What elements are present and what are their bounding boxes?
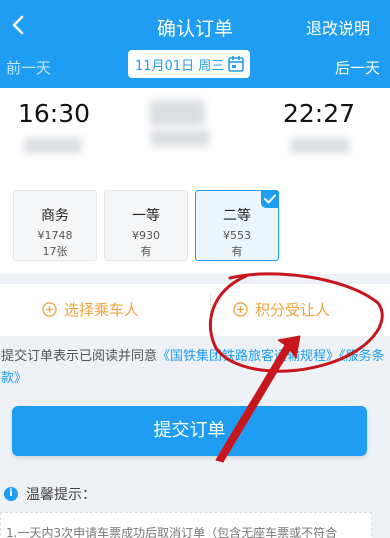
plus-circle-icon bbox=[233, 302, 248, 317]
tips-header: i 温馨提示： bbox=[4, 484, 96, 504]
previous-day-button[interactable]: 前一天 bbox=[6, 57, 51, 78]
seat-price: ¥930 bbox=[132, 229, 160, 242]
calendar-icon bbox=[228, 56, 244, 72]
top-bar: 确认订单 退改说明 前一天 11月01日 周三 后一天 bbox=[0, 0, 390, 88]
arrival-station-redacted bbox=[290, 138, 350, 153]
arrival-time: 22:27 bbox=[282, 99, 355, 128]
seat-price: ¥1748 bbox=[37, 229, 73, 242]
seat-price: ¥553 bbox=[223, 229, 251, 242]
tips-title: 温馨提示： bbox=[26, 487, 96, 503]
add-passenger-button[interactable]: 选择乘车人 bbox=[42, 299, 139, 320]
seat-availability: 有 bbox=[140, 245, 152, 258]
duration-redacted bbox=[150, 130, 210, 146]
selected-check-icon bbox=[261, 190, 279, 208]
options-divider bbox=[210, 293, 211, 327]
seat-availability: 17张 bbox=[42, 245, 68, 258]
departure-time: 16:30 bbox=[18, 99, 91, 128]
info-icon: i bbox=[4, 487, 18, 501]
seat-name: 一等 bbox=[132, 208, 160, 224]
refund-policy-link[interactable]: 退改说明 bbox=[306, 15, 370, 39]
date-selector[interactable]: 11月01日 周三 bbox=[128, 50, 250, 78]
date-label: 11月01日 周三 bbox=[135, 58, 225, 74]
seat-option-business[interactable]: 商务 ¥1748 17张 bbox=[13, 190, 97, 261]
tip-line: 1.一天内3次申请车票成功后取消订单（包含无座车票或不符合 bbox=[6, 526, 338, 538]
add-passenger-label: 选择乘车人 bbox=[64, 301, 140, 319]
next-day-button[interactable]: 后一天 bbox=[335, 57, 380, 78]
agreement-prefix: 提交订单表示已阅读并同意 bbox=[1, 349, 158, 364]
seat-option-second-class[interactable]: 二等 ¥553 有 bbox=[195, 190, 279, 261]
points-beneficiary-button[interactable]: 积分受让人 bbox=[233, 299, 330, 320]
seat-name: 商务 bbox=[41, 208, 69, 224]
seat-option-first-class[interactable]: 一等 ¥930 有 bbox=[104, 190, 188, 261]
train-number-redacted bbox=[150, 100, 205, 126]
seat-availability: 有 bbox=[231, 245, 243, 258]
agreement-text: 提交订单表示已阅读并同意《国铁集团铁路旅客运输规程》《服务条款》 bbox=[0, 346, 390, 390]
points-beneficiary-label: 积分受让人 bbox=[255, 301, 331, 319]
plus-circle-icon bbox=[42, 302, 57, 317]
departure-station-redacted bbox=[24, 138, 82, 153]
submit-order-button[interactable]: 提交订单 bbox=[12, 406, 367, 456]
